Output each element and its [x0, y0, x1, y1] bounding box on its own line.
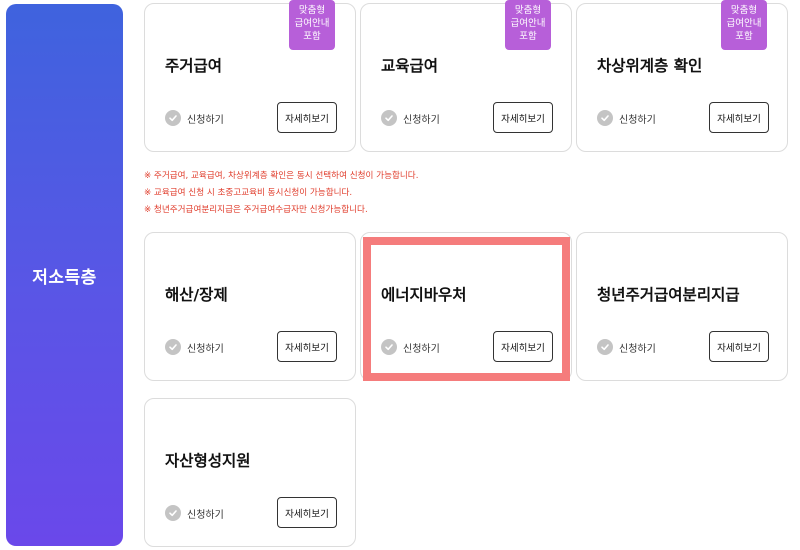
apply-checkbox[interactable]: 신청하기	[165, 505, 224, 521]
apply-checkbox[interactable]: 신청하기	[381, 339, 440, 355]
check-circle-icon	[597, 339, 613, 355]
notice-item: ※ 주거급여, 교육급여, 차상위계층 확인은 동시 선택하여 신청이 가능합니…	[144, 171, 419, 181]
apply-label: 신청하기	[187, 343, 224, 355]
apply-label: 신청하기	[187, 509, 224, 521]
card-youth-housing-split: 청년주거급여분리지급 신청하기 자세히보기	[576, 232, 788, 381]
card-childbirth-funeral: 해산/장제 신청하기 자세히보기	[144, 232, 356, 381]
detail-button[interactable]: 자세히보기	[493, 102, 553, 133]
card-title: 에너지바우처	[381, 286, 467, 304]
notice-item: ※ 청년주거급여분리지급은 주거급여수급자만 신청가능합니다.	[144, 205, 368, 215]
card-title: 해산/장제	[165, 286, 228, 304]
apply-checkbox[interactable]: 신청하기	[165, 110, 224, 126]
apply-label: 신청하기	[403, 114, 440, 126]
detail-button[interactable]: 자세히보기	[493, 331, 553, 362]
apply-checkbox[interactable]: 신청하기	[165, 339, 224, 355]
card-education-benefit: 맞춤형 급여안내 포함 교육급여 신청하기 자세히보기	[360, 0, 572, 152]
apply-label: 신청하기	[187, 114, 224, 126]
card-near-poverty-check: 맞춤형 급여안내 포함 차상위계층 확인 신청하기 자세히보기	[576, 0, 788, 152]
badge-line: 맞춤형	[298, 5, 326, 16]
notice-item: ※ 교육급여 신청 시 초중고교육비 동시신청이 가능합니다.	[144, 188, 353, 198]
detail-button[interactable]: 자세히보기	[277, 102, 337, 133]
customized-benefit-badge: 맞춤형 급여안내 포함	[289, 0, 335, 50]
detail-button[interactable]: 자세히보기	[277, 497, 337, 528]
badge-line: 급여안내	[510, 18, 546, 29]
customized-benefit-badge: 맞춤형 급여안내 포함	[505, 0, 551, 50]
category-sidebar: 저소득층	[6, 4, 123, 546]
badge-line: 급여안내	[294, 18, 330, 29]
apply-label: 신청하기	[619, 114, 656, 126]
check-circle-icon	[165, 110, 181, 126]
badge-line: 포함	[735, 31, 753, 42]
check-circle-icon	[165, 505, 181, 521]
customized-benefit-badge: 맞춤형 급여안내 포함	[721, 0, 767, 50]
card-title: 청년주거급여분리지급	[597, 286, 740, 304]
card-housing-benefit: 맞춤형 급여안내 포함 주거급여 신청하기 자세히보기	[144, 0, 356, 152]
card-title: 주거급여	[165, 57, 223, 75]
apply-label: 신청하기	[619, 343, 656, 355]
apply-label: 신청하기	[403, 343, 440, 355]
detail-button[interactable]: 자세히보기	[277, 331, 337, 362]
badge-line: 포함	[519, 31, 537, 42]
card-title: 자산형성지원	[165, 452, 251, 470]
badge-line: 맞춤형	[514, 5, 542, 16]
notice-list: ※ 주거급여, 교육급여, 차상위계층 확인은 동시 선택하여 신청이 가능합니…	[144, 168, 418, 219]
apply-checkbox[interactable]: 신청하기	[597, 110, 656, 126]
apply-checkbox[interactable]: 신청하기	[381, 110, 440, 126]
card-title: 교육급여	[381, 57, 439, 75]
check-circle-icon	[381, 339, 397, 355]
detail-button[interactable]: 자세히보기	[709, 102, 769, 133]
card-energy-voucher: 에너지바우처 신청하기 자세히보기	[360, 232, 572, 381]
badge-line: 급여안내	[726, 18, 762, 29]
apply-checkbox[interactable]: 신청하기	[597, 339, 656, 355]
badge-line: 맞춤형	[730, 5, 758, 16]
check-circle-icon	[381, 110, 397, 126]
card-title: 차상위계층 확인	[597, 57, 703, 75]
card-asset-building: 자산형성지원 신청하기 자세히보기	[144, 398, 356, 547]
detail-button[interactable]: 자세히보기	[709, 331, 769, 362]
badge-line: 포함	[303, 31, 321, 42]
check-circle-icon	[597, 110, 613, 126]
category-title: 저소득층	[32, 267, 97, 288]
check-circle-icon	[165, 339, 181, 355]
